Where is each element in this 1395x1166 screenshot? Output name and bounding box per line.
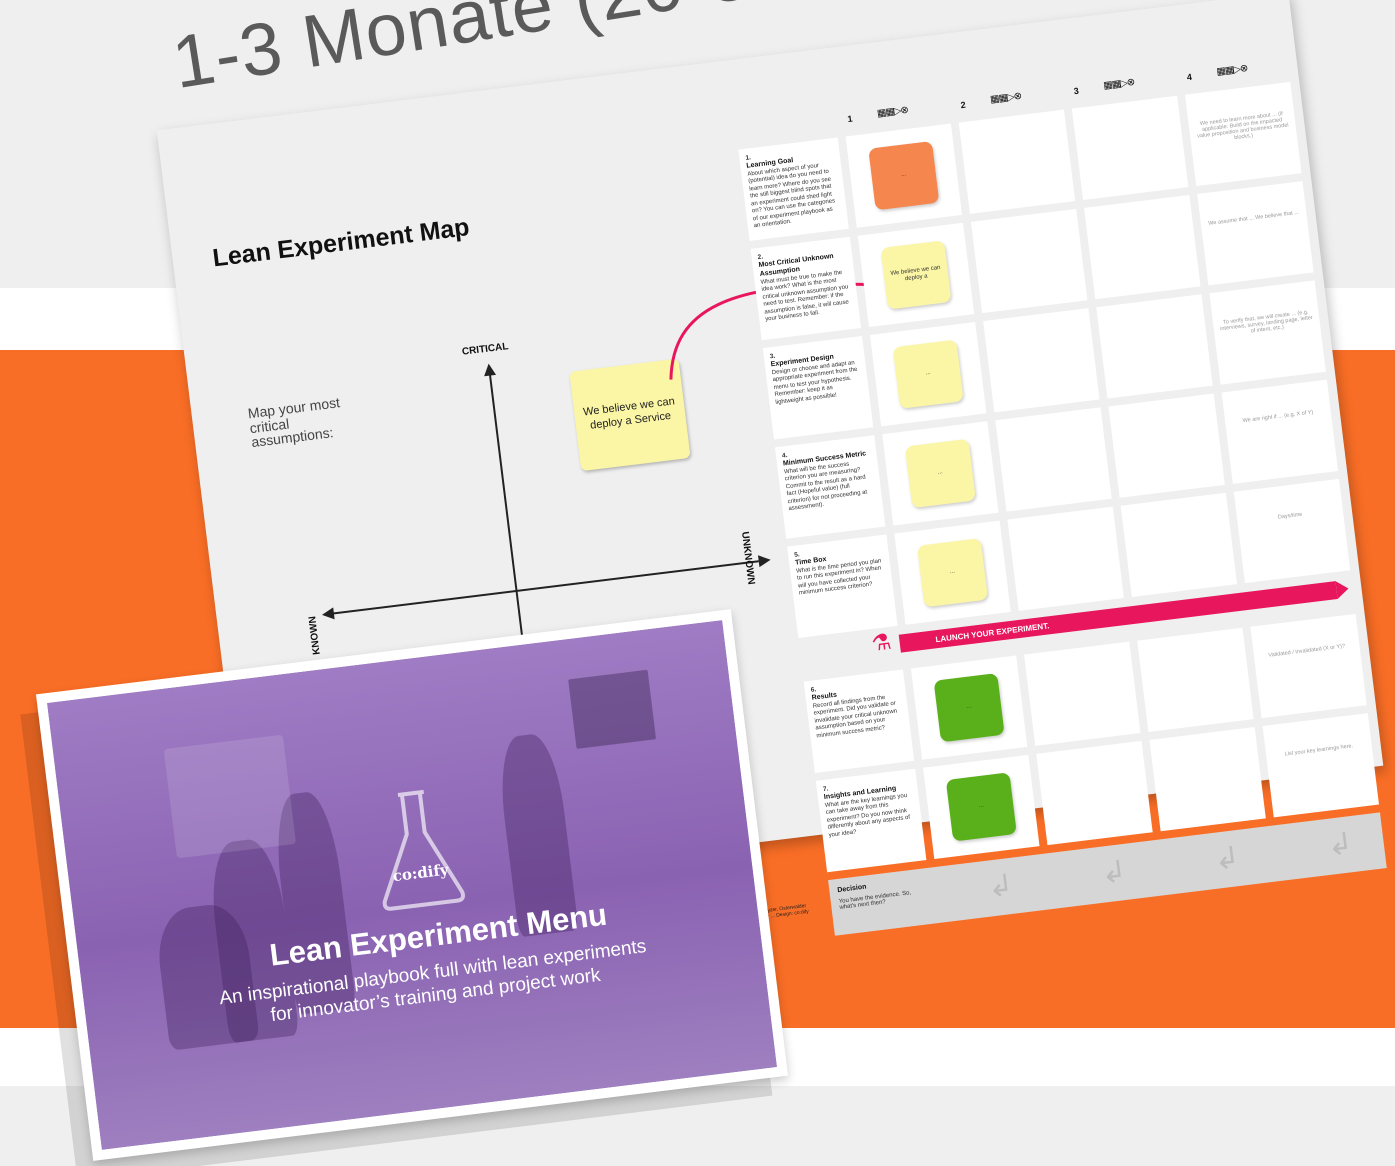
row-label: 5. Time Box What is the time period you pl…	[787, 534, 898, 638]
grid-cell[interactable]	[970, 208, 1088, 314]
row-label: 2. Most Critical Unknown Assumption What m…	[750, 236, 862, 341]
grid-cell[interactable]	[1096, 294, 1213, 399]
row-description: About which aspect of your (potential) i…	[747, 162, 836, 230]
horizontal-axis	[331, 560, 759, 615]
grid-cell[interactable]: List your key learnings here.	[1262, 713, 1379, 818]
grid-cell[interactable]	[1036, 740, 1153, 846]
grid-cell[interactable]	[1007, 506, 1124, 611]
sticky-note[interactable]: ...	[945, 772, 1017, 842]
flask-icon	[382, 789, 466, 911]
column-number: 4	[1186, 71, 1193, 83]
row-description: What must be true to make the idea work?…	[760, 269, 850, 323]
grid-cell[interactable]	[1071, 95, 1189, 200]
arrow-right-icon	[757, 553, 772, 568]
sticky-note[interactable]: ...	[917, 538, 989, 608]
return-arrow-icon: ↲	[986, 868, 1016, 905]
map-title: Lean Experiment Map	[211, 213, 471, 273]
lean-experiment-menu-cover: co:dify Lean Experiment Menu An inspirat…	[35, 609, 789, 1161]
grid-cell[interactable]: Validated / Invalidated (X or Y)?	[1250, 613, 1367, 719]
axis-label-unknown: UNKNOWN	[739, 531, 757, 586]
grid-cell[interactable]	[1149, 727, 1266, 832]
row-label: 6. Results Record all findings from the ex…	[803, 669, 915, 773]
grid-cell[interactable]	[995, 407, 1112, 512]
experiment-type-icons: ▦▦▷⊗	[1215, 63, 1248, 78]
experiment-type-icons: ▦▦▷⊗	[1102, 76, 1135, 92]
grid-cell[interactable]	[1024, 641, 1141, 746]
grid-cell[interactable]	[1084, 195, 1201, 300]
grid-cell[interactable]	[958, 109, 1076, 214]
axis-label-critical: CRITICAL	[461, 341, 510, 358]
cell-hint: We need to learn more about ... (if appl…	[1196, 110, 1289, 141]
sticky-note[interactable]: ...	[933, 672, 1005, 743]
sticky-note[interactable]: We believe we can deploy a	[880, 240, 952, 310]
row-label: 7. Insights and Learning What are the key …	[815, 768, 927, 873]
cell-hint: We assume that ... We believe that ...	[1207, 209, 1300, 227]
sticky-note[interactable]: ...	[904, 438, 976, 509]
grid-cell[interactable]	[983, 308, 1100, 413]
grid-cell[interactable]: We assume that ... We believe that ...	[1197, 181, 1314, 286]
decision-text: You have the evidence. So, what's next t…	[838, 890, 912, 911]
cell-hint: Days/time	[1277, 511, 1303, 521]
experiment-type-icons: ▦▦▷⊗	[989, 90, 1022, 106]
grid-cell[interactable]: We need to learn more about ... (if appl…	[1185, 81, 1302, 187]
arrow-left-icon	[321, 607, 335, 621]
cell-hint: We are right if ... (e.g. X of Y)	[1242, 409, 1314, 424]
sticky-note[interactable]: ...	[892, 339, 964, 409]
cell-hint: List your key learnings here.	[1284, 742, 1354, 758]
row-label: 1. Learning Goal About which aspect of you…	[738, 137, 849, 241]
whiteboard-figure	[163, 734, 297, 859]
column-number: 2	[960, 99, 967, 111]
grid-cell[interactable]	[1120, 492, 1238, 598]
axis-label-known: KNOWN	[307, 615, 323, 656]
return-arrow-icon: ↲	[1099, 854, 1129, 891]
column-number: 3	[1073, 85, 1080, 97]
sticky-note[interactable]: ...	[868, 140, 940, 211]
row-description: What will be the success criterion you a…	[783, 461, 868, 513]
cell-hint: Validated / Invalidated (X or Y)?	[1268, 643, 1346, 659]
column-number: 1	[846, 113, 854, 125]
screen-figure	[568, 669, 657, 749]
cell-hint: To verify that, we will create ... (e.g.…	[1219, 308, 1314, 335]
experiment-type-icons: ▦▦▷⊗	[876, 104, 909, 120]
flask-icon: ⚗	[870, 628, 893, 656]
grid-cell[interactable]: Days/time	[1233, 478, 1351, 584]
arrow-up-icon	[482, 362, 497, 377]
cover-photo: co:dify Lean Experiment Menu An inspirat…	[47, 620, 777, 1150]
row-label: 4. Minimum Success Metric What will be the…	[774, 435, 886, 539]
grid-cell[interactable]: To verify that, we will create ... (e.g.…	[1209, 280, 1326, 385]
return-arrow-icon: ↲	[1212, 840, 1242, 877]
row-label: 3. Experiment Design Design or choose and …	[762, 335, 874, 440]
grid-cell[interactable]	[1137, 627, 1254, 732]
map-subtitle: Map your most critical assumptions:	[246, 394, 341, 451]
return-arrow-icon: ↲	[1325, 827, 1355, 863]
decision-title: Decision	[837, 883, 867, 895]
grid-cell[interactable]: We are right if ... (e.g. X of Y)	[1221, 379, 1339, 484]
grid-cell[interactable]	[1108, 393, 1225, 498]
